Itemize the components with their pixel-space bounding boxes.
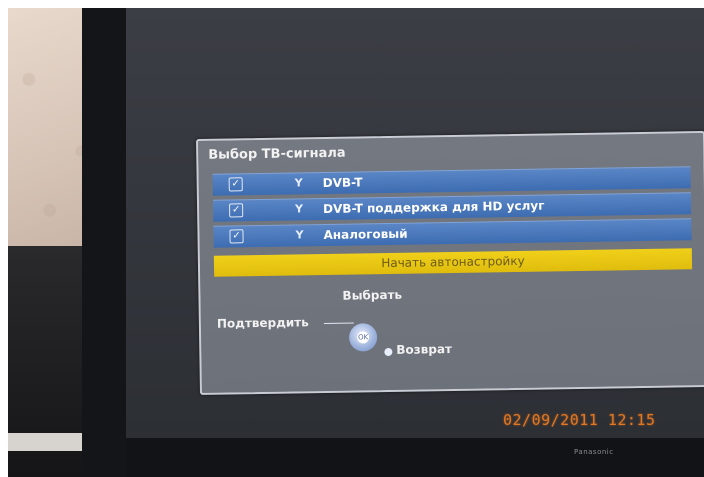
option-label: DVB-T — [322, 175, 363, 191]
checkbox-icon[interactable]: ✓ — [229, 229, 244, 244]
option-dvb-t[interactable]: ✓ Y DVB-T — [212, 166, 691, 196]
start-autotune-button[interactable]: Начать автонастройку — [213, 248, 693, 277]
back-button-icon — [384, 347, 393, 357]
photo-timestamp: 02/09/2011 12:15 — [503, 411, 656, 429]
hint-confirm: Подтвердить — [216, 315, 309, 331]
hint-back: Возврат — [396, 342, 453, 357]
option-label: Аналоговый — [323, 226, 408, 243]
hint-select: Выбрать — [342, 287, 403, 303]
option-dvb-t-hd[interactable]: ✓ Y DVB-T поддержка для HD услуг — [212, 192, 692, 222]
checkbox-icon[interactable]: ✓ — [229, 203, 244, 218]
tv-bottom-bezel — [126, 438, 704, 477]
menu-title: Выбор ТВ-сигнала — [208, 145, 346, 163]
ok-button-icon: OK — [357, 331, 370, 344]
checkbox-icon[interactable]: ✓ — [228, 177, 243, 192]
antenna-icon: Y — [295, 228, 304, 242]
remote-dpad-icon: OK — [348, 323, 378, 352]
option-analog[interactable]: ✓ Y Аналоговый — [213, 218, 692, 248]
antenna-icon: Y — [295, 202, 304, 216]
hint-connector — [323, 322, 354, 325]
tv-signal-menu: Выбор ТВ-сигнала ✓ Y DVB-T ✓ Y DVB-T под… — [196, 131, 704, 395]
antenna-icon: Y — [294, 176, 303, 190]
option-label: DVB-T поддержка для HD услуг — [323, 198, 545, 217]
brand-logo: Panasonic — [574, 448, 614, 456]
